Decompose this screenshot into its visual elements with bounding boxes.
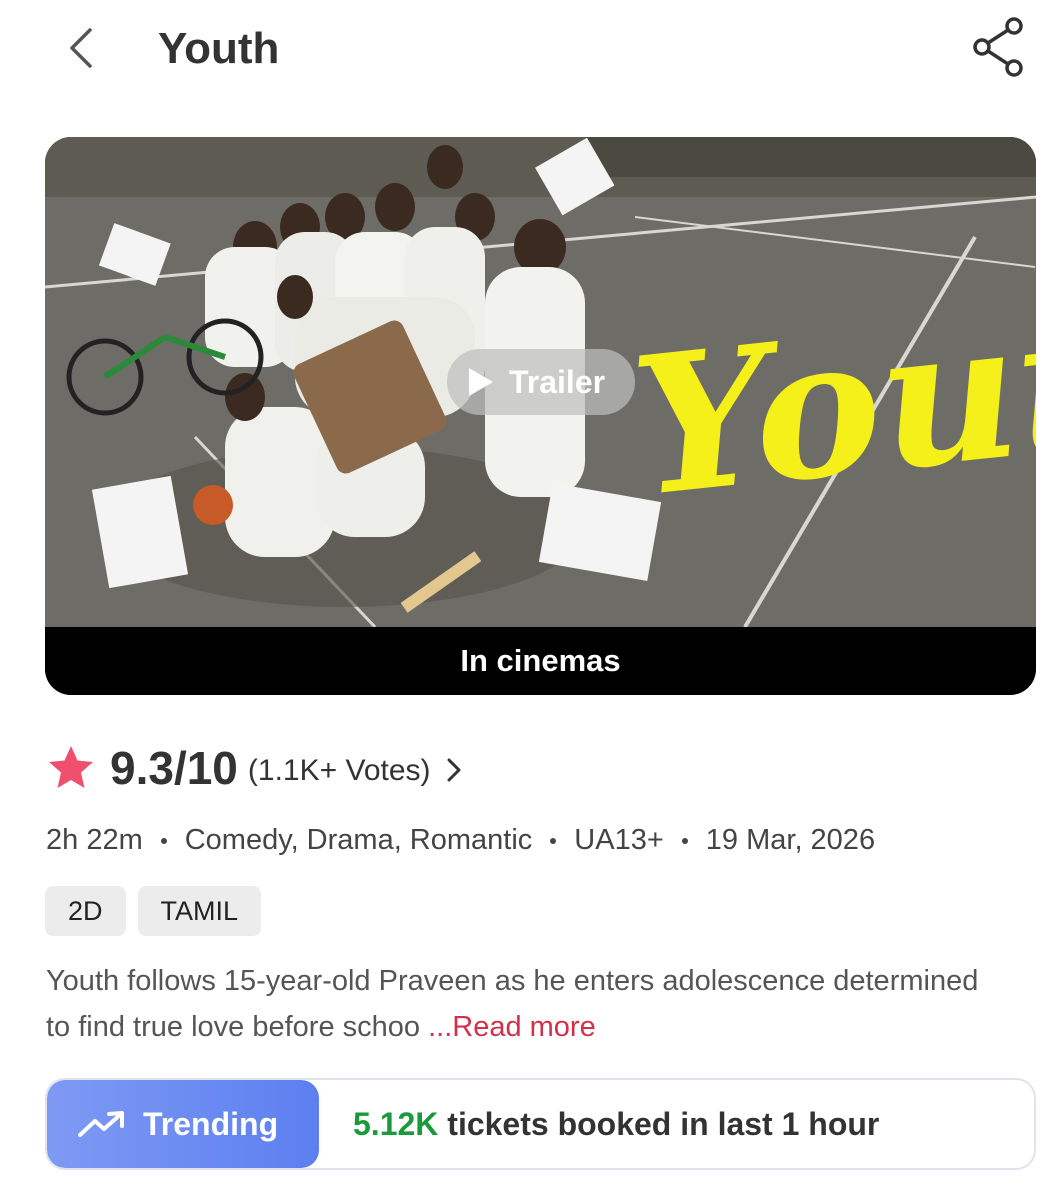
rating-value: 9.3/10 [110, 742, 238, 794]
page-title: Youth [158, 24, 280, 73]
format-tags: 2D TAMIL [45, 886, 262, 936]
star-icon [49, 746, 93, 788]
chevron-left-icon [70, 28, 92, 68]
release-date: 19 Mar, 2026 [705, 824, 876, 856]
release-status-banner: In cinemas [45, 627, 1036, 695]
rating-row[interactable]: 9.3/10 (1.1K+ Votes) [46, 738, 463, 798]
chevron-right-icon [447, 758, 461, 782]
duration: 2h 22m [46, 824, 143, 856]
movie-poster[interactable]: Youth Trailer In cinemas [45, 137, 1036, 695]
tickets-count: 5.12K [353, 1106, 439, 1142]
read-more-link[interactable]: ...Read more [428, 1011, 596, 1043]
tickets-suffix: tickets booked in last 1 hour [438, 1106, 880, 1142]
share-icon [973, 17, 1023, 77]
tag-format[interactable]: 2D [45, 886, 126, 936]
trailer-button[interactable]: Trailer [447, 349, 635, 415]
description: Youth follows 15-year-old Praveen as he … [46, 958, 1006, 1050]
votes-count: (1.1K+ Votes) [247, 754, 431, 787]
separator-dot [681, 837, 688, 844]
genres: Comedy, Drama, Romantic [184, 824, 533, 856]
trending-badge: Trending [47, 1080, 319, 1168]
tickets-booked-text: 5.12K tickets booked in last 1 hour [353, 1080, 879, 1168]
share-button[interactable] [968, 16, 1030, 78]
separator-dot [160, 837, 167, 844]
trending-label: Trending [143, 1105, 279, 1142]
movie-meta: 2h 22m Comedy, Drama, Romantic UA13+ 19 … [46, 824, 875, 857]
tag-language[interactable]: TAMIL [137, 886, 262, 936]
separator-dot [550, 837, 557, 844]
play-icon [469, 368, 493, 396]
trending-up-icon [78, 1111, 124, 1137]
certificate: UA13+ [574, 824, 664, 856]
back-button[interactable] [60, 24, 104, 72]
trailer-label: Trailer [509, 363, 606, 400]
top-bar: Youth [0, 0, 1061, 100]
trending-banner[interactable]: Trending 5.12K tickets booked in last 1 … [45, 1078, 1036, 1170]
